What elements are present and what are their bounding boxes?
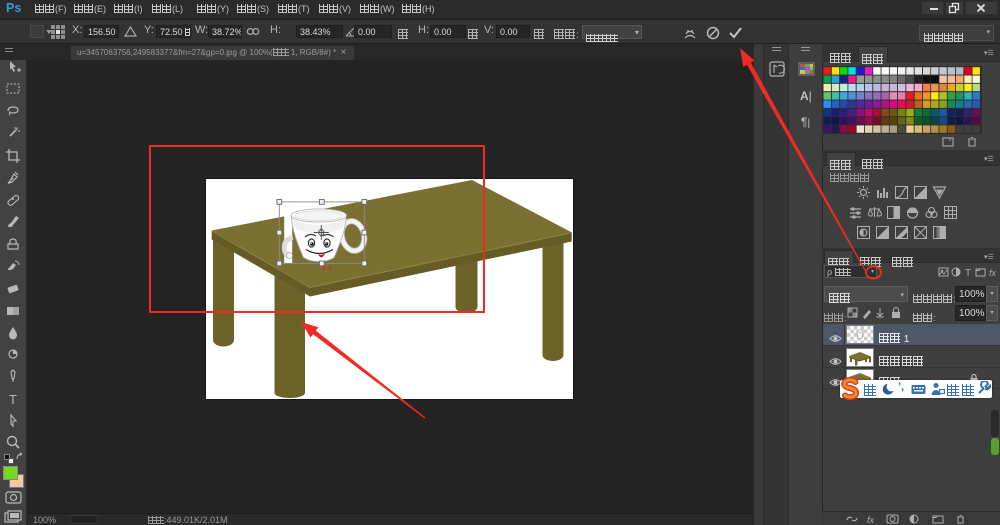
- svg-text:fx: fx: [867, 515, 875, 525]
- svg-text:T: T: [9, 392, 17, 407]
- svg-text:T: T: [965, 268, 971, 279]
- svg-text:fx: fx: [989, 268, 997, 278]
